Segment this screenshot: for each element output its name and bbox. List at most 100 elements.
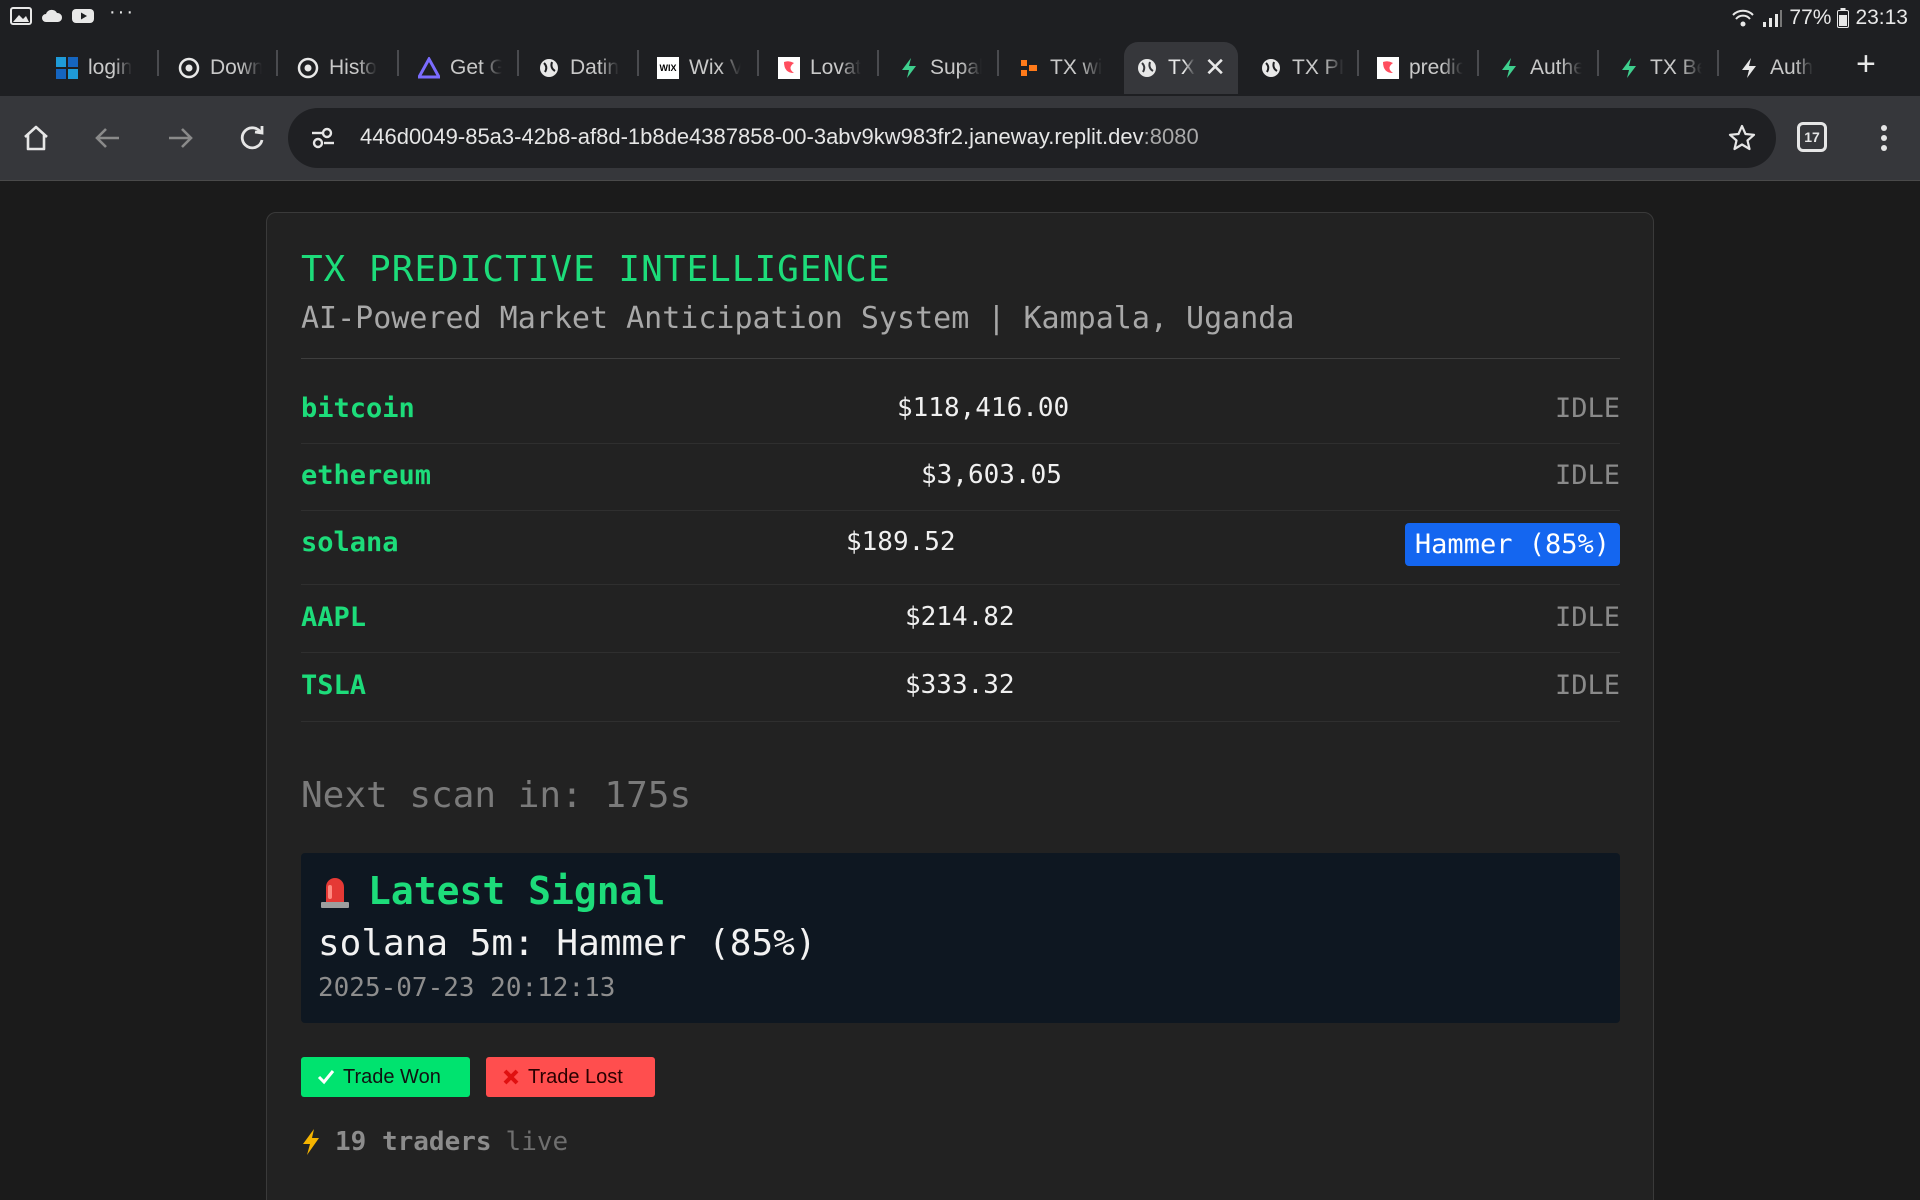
tab-supabase[interactable]: Supal [898, 42, 982, 94]
tab-separator [757, 50, 759, 76]
chrome-icon [297, 57, 319, 79]
trade-won-label: Trade Won [343, 1065, 441, 1088]
back-button[interactable] [88, 118, 128, 158]
status-bar: ··· 77% 23:13 [0, 0, 1920, 36]
asset-symbol: bitcoin [301, 393, 415, 424]
asset-symbol: ethereum [301, 460, 432, 491]
wix-icon: WIX [657, 57, 679, 79]
triangle-logo-icon [418, 57, 440, 79]
asset-symbol: AAPL [301, 602, 367, 633]
globe-icon [1260, 57, 1282, 79]
reload-icon [240, 126, 264, 150]
asset-symbol: solana [301, 527, 399, 558]
next-scan-countdown: Next scan in: 175s [301, 775, 692, 816]
battery-percent: 77% [1789, 6, 1832, 29]
lovable-icon [778, 57, 800, 79]
tab-wix[interactable]: WIX Wix V [657, 42, 741, 94]
more-vert-icon [1881, 125, 1887, 151]
tab-separator [997, 50, 999, 76]
gallery-icon [10, 7, 32, 25]
new-tab-button[interactable]: + [1856, 44, 1876, 84]
signal-timestamp: 2025-07-23 20:12:13 [318, 973, 616, 1003]
asset-price: $3,603.05 [921, 460, 1062, 490]
tab-separator [1477, 50, 1479, 76]
trade-lost-button[interactable]: Trade Lost [486, 1057, 655, 1097]
page-subtitle: AI-Powered Market Anticipation System | … [301, 301, 1295, 336]
trade-lost-label: Trade Lost [528, 1065, 623, 1088]
asset-row-ethereum: ethereum $3,603.05 IDLE [301, 445, 1620, 511]
trade-won-button[interactable]: Trade Won [301, 1057, 470, 1097]
cross-icon [503, 1069, 519, 1085]
tab-separator [276, 50, 278, 76]
tab-predict[interactable]: predic [1377, 42, 1463, 94]
lovable-icon [1377, 57, 1399, 79]
tab-dating[interactable]: Datin [538, 42, 622, 94]
tab-login[interactable]: login [56, 42, 156, 94]
forward-button[interactable] [160, 118, 200, 158]
orange-logo-icon [1018, 57, 1040, 79]
asset-status: IDLE [1554, 602, 1620, 633]
clock: 23:13 [1855, 6, 1908, 29]
asset-price: $214.82 [905, 602, 1015, 632]
siren-icon [321, 878, 349, 908]
tab-tx-pi[interactable]: TX PI [1260, 42, 1344, 94]
close-tab-icon[interactable]: ✕ [1204, 54, 1226, 80]
tab-switcher-button[interactable]: 17 [1797, 122, 1827, 152]
menu-button[interactable] [1864, 118, 1904, 158]
tab-auth[interactable]: Authe [1498, 42, 1582, 94]
bolt-icon [1618, 57, 1640, 79]
cloud-icon [42, 9, 63, 22]
tab-active-tx[interactable]: TX ✕ [1124, 42, 1238, 94]
asset-row-tsla: TSLA $333.32 IDLE [301, 654, 1620, 722]
browser-toolbar: 446d0049-85a3-42b8-af8d-1b8de4387858-00-… [0, 96, 1920, 181]
asset-price: $189.52 [846, 527, 956, 557]
bolt-white-icon [1738, 57, 1760, 79]
tab-separator [637, 50, 639, 76]
blue-grid-icon [56, 57, 78, 79]
more-notifications-icon: ··· [109, 0, 135, 23]
tab-downloads[interactable]: Down [178, 42, 262, 94]
tab-separator [877, 50, 879, 76]
asset-status: IDLE [1554, 670, 1620, 701]
tab-get[interactable]: Get G [418, 42, 502, 94]
asset-price: $333.32 [905, 670, 1015, 700]
bolt-icon [898, 57, 920, 79]
reload-button[interactable] [232, 118, 272, 158]
check-icon [317, 1070, 335, 1085]
globe-icon [538, 57, 560, 79]
asset-row-bitcoin: bitcoin $118,416.00 IDLE [301, 378, 1620, 444]
asset-symbol: TSLA [301, 670, 367, 701]
wifi-icon [1732, 9, 1755, 27]
page-title: TX PREDICTIVE INTELLIGENCE [301, 249, 891, 290]
tab-separator [397, 50, 399, 76]
signal-text: solana 5m: Hammer (85%) [318, 923, 817, 964]
bookmark-star-icon[interactable] [1728, 124, 1756, 152]
live-traders: 19 traders live [301, 1127, 568, 1157]
divider [301, 358, 1620, 359]
tab-tx-wi[interactable]: TX wi [1018, 42, 1102, 94]
bolt-icon [1498, 57, 1520, 79]
signal-heading: Latest Signal [368, 869, 666, 913]
tab-history[interactable]: Histo [297, 42, 381, 94]
tab-separator [157, 50, 159, 76]
tab-separator [517, 50, 519, 76]
tab-tx-be[interactable]: TX Be [1618, 42, 1702, 94]
asset-status: IDLE [1554, 393, 1620, 424]
pattern-badge: Hammer (85%) [1404, 523, 1620, 566]
asset-row-aapl: AAPL $214.82 IDLE [301, 586, 1620, 653]
tab-separator [1597, 50, 1599, 76]
url-text[interactable]: 446d0049-85a3-42b8-af8d-1b8de4387858-00-… [360, 124, 1199, 150]
arrow-left-icon [95, 128, 119, 148]
latest-signal-panel: Latest Signal solana 5m: Hammer (85%) 20… [301, 853, 1620, 1023]
tab-auth-2[interactable]: Auth [1738, 42, 1828, 94]
site-settings-icon[interactable] [310, 126, 336, 150]
tab-lovable[interactable]: Lovat [778, 42, 862, 94]
address-bar[interactable]: 446d0049-85a3-42b8-af8d-1b8de4387858-00-… [288, 108, 1776, 168]
home-button[interactable] [16, 118, 56, 158]
dashboard-card: TX PREDICTIVE INTELLIGENCE AI-Powered Ma… [266, 212, 1654, 1200]
arrow-right-icon [169, 128, 193, 148]
signal-icon [1763, 10, 1783, 27]
lightning-icon [303, 1129, 319, 1155]
battery-icon [1837, 8, 1850, 28]
asset-status: IDLE [1554, 460, 1620, 491]
